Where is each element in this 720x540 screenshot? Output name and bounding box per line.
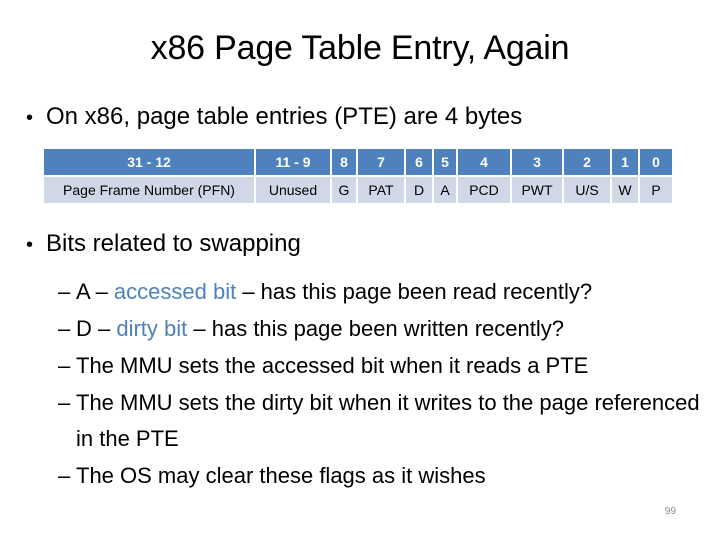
slide-title: x86 Page Table Entry, Again (150, 29, 570, 67)
field-cell-writable: W (612, 177, 638, 203)
item-text: The MMU sets the dirty bit when it write… (76, 390, 700, 451)
bit-range-cell: 0 (640, 149, 672, 175)
field-cell-user-supervisor: U/S (564, 177, 610, 203)
field-cell-pcd: PCD (458, 177, 510, 203)
list-item-accessed-bit: – A – accessed bit – has this page been r… (58, 274, 708, 310)
bullet-marker: • (26, 234, 34, 256)
item-suffix: – has this page been read recently? (236, 279, 593, 304)
field-cell-pat: PAT (358, 177, 404, 203)
bit-range-cell: 8 (332, 149, 356, 175)
item-suffix: – has this page been written recently? (187, 316, 564, 341)
bit-range-cell: 1 (612, 149, 638, 175)
list-item-dirty-bit: – D – dirty bit – has this page been writ… (58, 311, 708, 347)
dash-marker: – (58, 353, 71, 378)
bit-range-cell: 11 - 9 (256, 149, 330, 175)
field-cell-accessed: A (434, 177, 456, 203)
field-cell-pwt: PWT (512, 177, 562, 203)
highlighted-term: accessed bit (113, 279, 237, 304)
item-prefix: A – (76, 279, 114, 304)
dash-marker: – (58, 463, 71, 488)
field-cell-global: G (332, 177, 356, 203)
bit-range-cell: 3 (512, 149, 562, 175)
bit-range-cell: 7 (358, 149, 404, 175)
field-cell-pfn: Page Frame Number (PFN) (44, 177, 254, 203)
list-item-mmu-dirty: – The MMU sets the dirty bit when it writ… (58, 385, 708, 457)
field-cell-present: P (640, 177, 672, 203)
bullet-text: Bits related to swapping (46, 230, 301, 257)
bit-range-cell: 5 (434, 149, 456, 175)
bit-range-cell: 6 (406, 149, 432, 175)
item-prefix: D – (76, 316, 117, 341)
swapping-bits-list: – A – accessed bit – has this page been r… (58, 274, 708, 495)
bullet-pte-size: • On x86, page table entries (PTE) are 4 … (26, 102, 522, 133)
field-cell-dirty: D (406, 177, 432, 203)
dash-marker: – (58, 316, 71, 341)
dash-marker: – (58, 390, 71, 415)
list-item-mmu-accessed: – The MMU sets the accessed bit when it r… (58, 348, 708, 384)
bullet-marker: • (26, 107, 34, 129)
bit-range-cell: 2 (564, 149, 610, 175)
pte-table: 31 - 12 11 - 9 8 7 6 5 4 3 2 1 0 Page Fr… (42, 147, 674, 205)
pte-field-row: Page Frame Number (PFN) Unused G PAT D A… (44, 177, 672, 203)
dash-marker: – (58, 279, 71, 304)
field-cell-unused: Unused (256, 177, 330, 203)
item-text: The OS may clear these flags as it wishe… (76, 463, 486, 488)
bit-range-cell: 31 - 12 (44, 149, 254, 175)
bullet-text: On x86, page table entries (PTE) are 4 b… (46, 103, 523, 130)
pte-bit-range-row: 31 - 12 11 - 9 8 7 6 5 4 3 2 1 0 (44, 149, 672, 175)
item-text: The MMU sets the accessed bit when it re… (76, 353, 589, 378)
bit-range-cell: 4 (458, 149, 510, 175)
highlighted-term: dirty bit (116, 316, 188, 341)
list-item-os-clear: – The OS may clear these flags as it wish… (58, 458, 708, 494)
bullet-swapping-bits: • Bits related to swapping (26, 229, 301, 260)
page-number: 99 (664, 506, 676, 517)
